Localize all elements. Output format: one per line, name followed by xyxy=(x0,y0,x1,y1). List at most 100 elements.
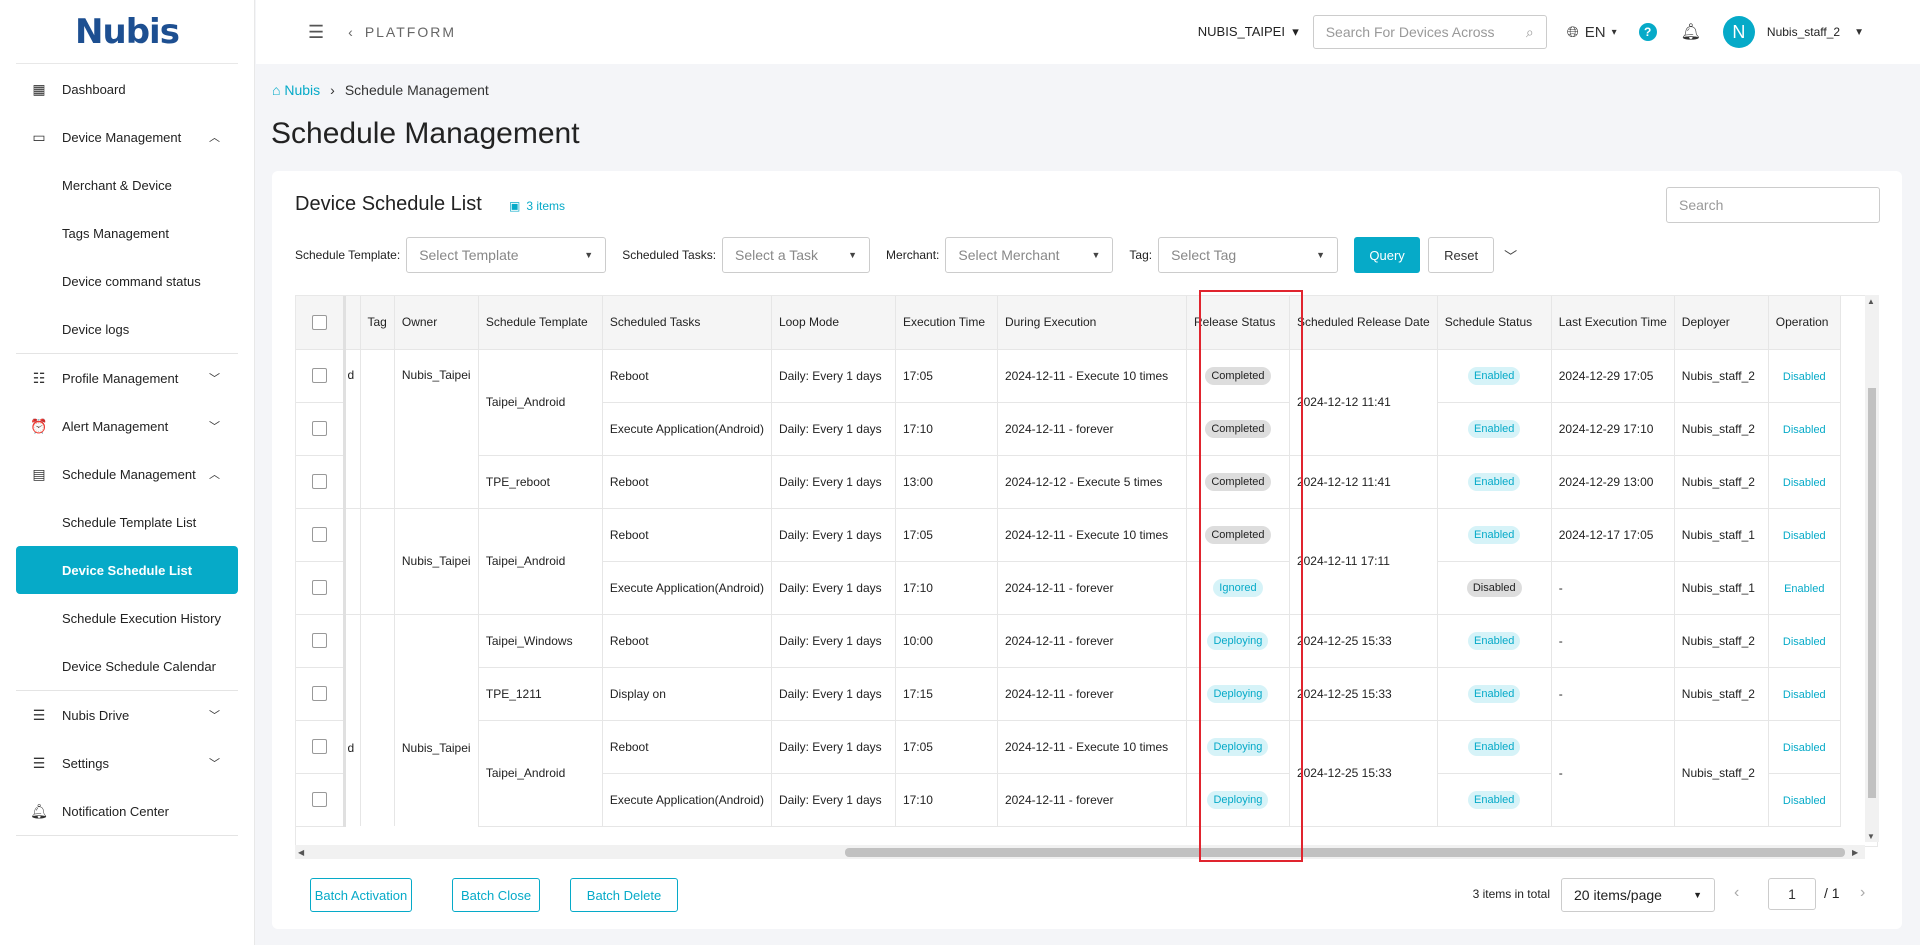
sidebar-item-device-command-status[interactable]: Device command status xyxy=(0,257,254,305)
table-row[interactable]: d Nubis_Taipei Taipei_Windows Reboot Dai… xyxy=(296,614,1841,826)
table-row[interactable]: TPE_reboot Reboot Daily: Every 1 days 13… xyxy=(296,455,1841,509)
select-all-checkbox[interactable] xyxy=(311,314,327,330)
scrollbar-thumb[interactable] xyxy=(1868,388,1876,798)
help-icon[interactable]: ? xyxy=(1638,23,1657,41)
batch-close-button[interactable]: Batch Close xyxy=(452,878,540,912)
sidebar-item-device-management[interactable]: ▭ Device Management ︿ xyxy=(0,113,254,161)
task-select[interactable]: Select a Task ▼ xyxy=(722,237,871,273)
avatar[interactable]: N xyxy=(1722,16,1755,48)
bell-icon[interactable]: 🔔︎ xyxy=(1681,22,1701,42)
toggle-status-link[interactable]: Disabled xyxy=(1783,424,1826,436)
platform-back-link[interactable]: ‹ PLATFORM xyxy=(348,24,466,40)
sidebar-item-schedule-management[interactable]: ▤ Schedule Management ︿ xyxy=(0,450,254,498)
toggle-status-link[interactable]: Disabled xyxy=(1783,636,1826,648)
nubis-logo[interactable]: Nubis xyxy=(16,0,238,64)
column-header-loop-mode[interactable]: Loop Mode xyxy=(771,296,896,350)
column-header-deployer[interactable]: Deployer xyxy=(1674,296,1769,350)
user-name[interactable]: Nubis_staff_2 xyxy=(1767,25,1840,39)
column-header-schedule-status[interactable]: Schedule Status xyxy=(1437,296,1552,350)
sidebar-item-device-logs[interactable]: Device logs xyxy=(0,305,254,353)
row-checkbox[interactable] xyxy=(311,792,327,807)
device-search-input[interactable]: Search For Devices Across ⌕ xyxy=(1312,15,1547,49)
sidebar-item-schedule-template-list[interactable]: Schedule Template List xyxy=(0,498,254,546)
row-checkbox[interactable] xyxy=(311,474,327,489)
tag-cell xyxy=(360,508,395,615)
table-row[interactable]: d Nubis_Taipei Taipei_Android Reboot Dai… xyxy=(296,349,1841,509)
scroll-down-icon[interactable]: ▼ xyxy=(1867,832,1875,841)
column-header-schedule-template[interactable]: Schedule Template xyxy=(478,296,603,350)
row-checkbox[interactable] xyxy=(311,580,327,595)
column-header-owner[interactable]: Owner xyxy=(394,296,479,350)
sidebar-item-nubis-drive[interactable]: ☰ Nubis Drive ﹀ xyxy=(0,691,254,739)
sidebar-item-settings[interactable]: ☰ Settings ﹀ xyxy=(0,739,254,787)
row-checkbox[interactable] xyxy=(311,421,327,436)
user-menu-caret-icon[interactable]: ▼ xyxy=(1854,27,1864,38)
sidebar-item-profile-management[interactable]: ☷ Profile Management ﹀ xyxy=(0,354,254,402)
toggle-status-link[interactable]: Enabled xyxy=(1784,583,1824,595)
column-header-release-status[interactable]: Release Status xyxy=(1186,296,1290,350)
reset-button[interactable]: Reset xyxy=(1428,237,1495,273)
language-selector[interactable]: 🌐︎ EN ▾ xyxy=(1567,24,1617,41)
toggle-status-link[interactable]: Disabled xyxy=(1783,742,1826,754)
tag-select[interactable]: Select Tag ▼ xyxy=(1158,237,1339,273)
search-icon[interactable]: ⌕ xyxy=(1526,24,1534,41)
toggle-status-link[interactable]: Disabled xyxy=(1783,477,1826,489)
column-header-scheduled-tasks[interactable]: Scheduled Tasks xyxy=(602,296,772,350)
release-status-badge: Completed xyxy=(1205,419,1271,438)
table-vertical-scrollbar[interactable] xyxy=(1865,295,1879,842)
toggle-status-link[interactable]: Disabled xyxy=(1783,689,1826,701)
page-size-select[interactable]: 20 items/page ▼ xyxy=(1561,878,1715,912)
column-header-execution-time[interactable]: Execution Time xyxy=(895,296,998,350)
table-row[interactable]: TPE_1211 Display on Daily: Every 1 days … xyxy=(296,667,1841,721)
sidebar-item-device-schedule-list[interactable]: Device Schedule List xyxy=(16,546,238,594)
during-cell: 2024-12-11 - Execute 10 times xyxy=(997,720,1187,774)
row-checkbox[interactable] xyxy=(311,686,327,701)
table-row[interactable]: Nubis_Taipei Taipei_Android Reboot Daily… xyxy=(296,508,1841,615)
row-checkbox[interactable] xyxy=(311,633,327,648)
page-number-input[interactable]: 1 xyxy=(1768,878,1816,910)
column-header-tag[interactable]: Tag xyxy=(360,296,395,350)
sidebar-item-device-schedule-calendar[interactable]: Device Schedule Calendar xyxy=(0,642,254,690)
scrollbar-thumb[interactable] xyxy=(845,848,1845,857)
status-cell: Enabled xyxy=(1437,349,1552,403)
menu-icon[interactable]: ☰ xyxy=(308,22,324,43)
sidebar-item-tags-management[interactable]: Tags Management xyxy=(0,209,254,257)
toggle-status-link[interactable]: Disabled xyxy=(1783,530,1826,542)
cut-cell: d xyxy=(344,349,361,509)
scroll-up-icon[interactable]: ▲ xyxy=(1867,297,1875,306)
scroll-right-icon[interactable]: ▶ xyxy=(1852,848,1858,857)
deployer-cell: Nubis_staff_2 xyxy=(1674,349,1769,403)
tag-cell xyxy=(360,349,395,509)
column-header-last-execution-time[interactable]: Last Execution Time xyxy=(1551,296,1675,350)
sidebar-item-schedule-execution-history[interactable]: Schedule Execution History xyxy=(0,594,254,642)
sidebar-item-dashboard[interactable]: ▦ Dashboard xyxy=(0,65,254,113)
query-button[interactable]: Query xyxy=(1354,237,1421,273)
sidebar-item-alert-management[interactable]: ⏰ Alert Management ﹀ xyxy=(0,402,254,450)
column-header-operation[interactable]: Operation xyxy=(1768,296,1841,350)
batch-delete-button[interactable]: Batch Delete xyxy=(570,878,678,912)
row-checkbox[interactable] xyxy=(311,739,327,754)
sidebar-item-merchant-device[interactable]: Merchant & Device xyxy=(0,161,254,209)
scroll-left-icon[interactable]: ◀ xyxy=(298,848,304,857)
next-page-icon[interactable]: › xyxy=(1860,884,1865,902)
table-horizontal-scrollbar[interactable] xyxy=(295,845,1865,859)
release-cell: Deploying xyxy=(1186,667,1290,721)
row-checkbox[interactable] xyxy=(311,527,327,542)
batch-activation-button[interactable]: Batch Activation xyxy=(310,878,412,912)
column-header-scheduled-release-date[interactable]: Scheduled Release Date xyxy=(1289,296,1438,350)
column-header-during-execution[interactable]: During Execution xyxy=(997,296,1187,350)
breadcrumb-home[interactable]: ⌂ Nubis xyxy=(272,82,320,98)
release-date-cell: 2024-12-25 15:33 xyxy=(1289,667,1438,721)
toggle-status-link[interactable]: Disabled xyxy=(1783,795,1826,807)
template-select[interactable]: Select Template ▼ xyxy=(406,237,607,273)
table-search-input[interactable]: Search xyxy=(1666,187,1880,223)
row-checkbox[interactable] xyxy=(311,368,327,383)
sidebar-item-notification-center[interactable]: 🔔︎ Notification Center xyxy=(0,787,254,835)
org-selector[interactable]: NUBIS_TAIPEI ▾ xyxy=(1198,24,1299,40)
expand-filters-icon[interactable]: ﹀ xyxy=(1504,246,1517,265)
merchant-select[interactable]: Select Merchant ▼ xyxy=(945,237,1114,273)
loop-cell: Daily: Every 1 days xyxy=(771,402,896,456)
table-row[interactable]: Taipei_Android Reboot Daily: Every 1 day… xyxy=(296,720,1841,827)
previous-page-icon[interactable]: ‹ xyxy=(1734,884,1739,902)
toggle-status-link[interactable]: Disabled xyxy=(1783,371,1826,383)
